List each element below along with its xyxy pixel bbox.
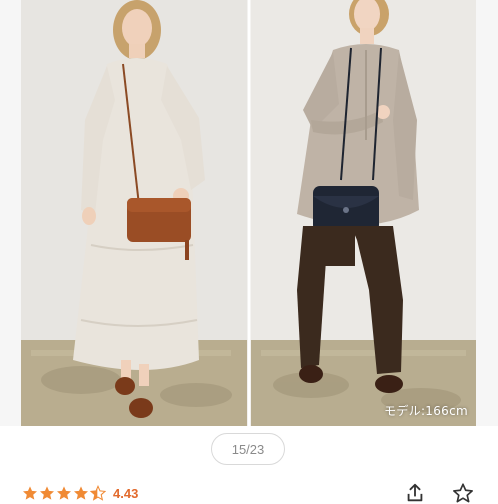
product-photo-illustration xyxy=(21,0,476,426)
star-full-icon xyxy=(23,486,37,500)
product-photo[interactable]: モデル:166cm xyxy=(21,0,476,426)
product-actions xyxy=(404,482,474,504)
rating-value: 4.43 xyxy=(113,485,139,501)
rating[interactable]: 4.43 xyxy=(22,484,138,502)
star-outline-icon[interactable] xyxy=(452,482,474,504)
star-partial-icon xyxy=(90,485,106,501)
photo-caption: モデル:166cm xyxy=(384,404,468,418)
star-full-icon xyxy=(40,486,54,500)
page-counter: 15/23 xyxy=(211,433,285,465)
carousel-edge-right xyxy=(476,0,498,426)
star-full-icon xyxy=(57,486,71,500)
star-full-icon xyxy=(74,486,88,500)
carousel-edge-left xyxy=(0,0,21,426)
share-icon[interactable] xyxy=(404,482,426,504)
